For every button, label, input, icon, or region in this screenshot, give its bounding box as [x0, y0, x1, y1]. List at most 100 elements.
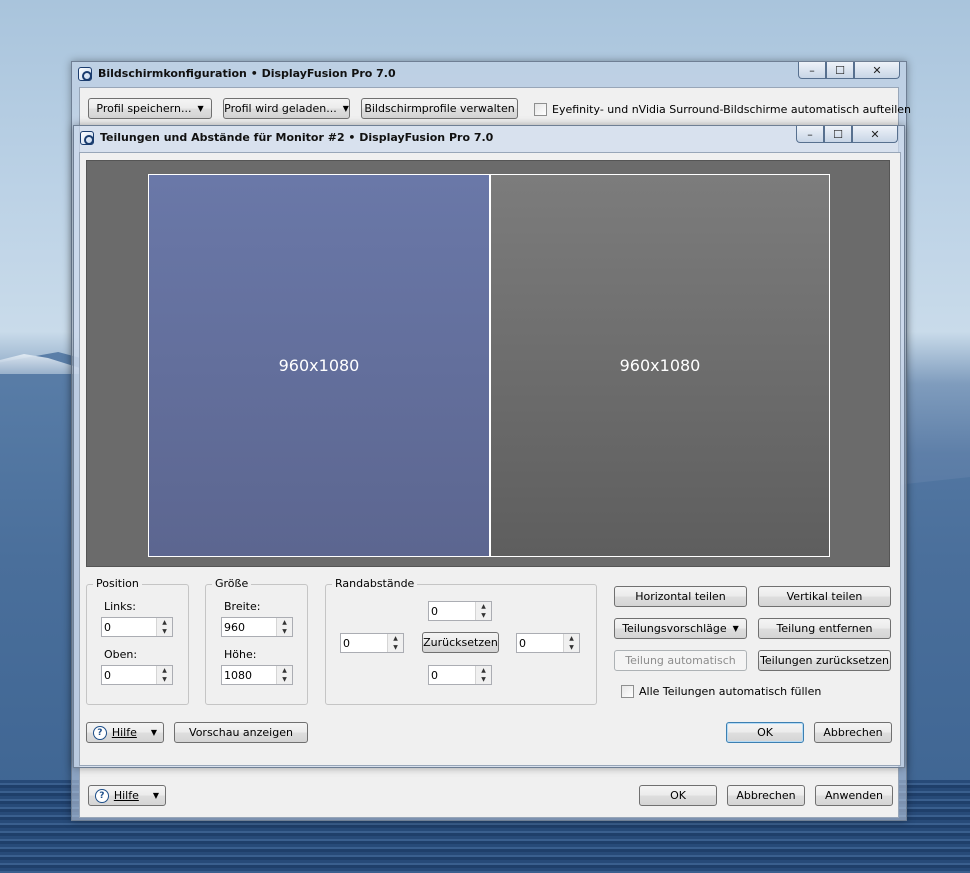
margins-reset-button[interactable]: Zurücksetzen	[422, 632, 499, 653]
save-profile-button[interactable]: Profil speichern... ▼	[88, 98, 212, 119]
dialog-help-label: Hilfe	[111, 726, 137, 739]
apply-label: Anwenden	[825, 789, 883, 802]
manage-profiles-label: Bildschirmprofile verwalten	[364, 102, 515, 115]
minimize-button[interactable]: –	[798, 62, 826, 79]
chevron-up-icon[interactable]: ▲	[277, 618, 292, 627]
eyefinity-checkbox[interactable]	[534, 103, 547, 116]
window-titlebar[interactable]: Bildschirmkonfiguration • DisplayFusion …	[72, 62, 906, 86]
split-size-label: 960x1080	[278, 356, 360, 375]
size-height-stepper[interactable]: 1080 ▲ ▼	[221, 665, 293, 685]
auto-fill-label: Alle Teilungen automatisch füllen	[639, 685, 822, 698]
chevron-down-icon[interactable]: ▼	[388, 643, 403, 652]
maximize-button[interactable]: ☐	[826, 62, 854, 79]
close-icon: ✕	[870, 127, 880, 141]
help-label: Hilfe	[113, 789, 139, 802]
split-vertical-label: Vertikal teilen	[786, 590, 863, 603]
position-group: Position	[86, 577, 189, 705]
split-region-left[interactable]: 960x1080	[148, 174, 490, 557]
chevron-down-icon[interactable]: ▼	[157, 627, 172, 636]
eyefinity-label: Eyefinity- und nVidia Surround-Bildschir…	[552, 103, 911, 116]
split-region-right[interactable]: 960x1080	[490, 174, 830, 557]
margin-right-stepper[interactable]: 0 ▲ ▼	[516, 633, 580, 653]
size-group-title: Größe	[212, 577, 252, 590]
chevron-down-icon[interactable]: ▼	[476, 675, 491, 684]
chevron-up-icon[interactable]: ▲	[157, 618, 172, 627]
apply-button[interactable]: Anwenden	[815, 785, 893, 806]
auto-split-label: Teilung automatisch	[625, 654, 736, 667]
reset-splits-button[interactable]: Teilungen zurücksetzen	[758, 650, 891, 671]
position-left-stepper[interactable]: 0 ▲ ▼	[101, 617, 173, 637]
dialog-titlebar[interactable]: Teilungen und Abstände für Monitor #2 • …	[74, 126, 904, 150]
left-label: Links:	[104, 600, 136, 613]
chevron-up-icon[interactable]: ▲	[564, 634, 579, 643]
help-button[interactable]: ? Hilfe ▼	[88, 785, 166, 806]
help-icon: ?	[95, 788, 109, 803]
cancel-button[interactable]: Abbrechen	[727, 785, 805, 806]
chevron-down-icon[interactable]: ▼	[476, 611, 491, 620]
stepper-arrows[interactable]: ▲ ▼	[276, 618, 292, 636]
margins-reset-label: Zurücksetzen	[423, 636, 498, 649]
dialog-close-button[interactable]: ✕	[852, 126, 898, 143]
chevron-up-icon[interactable]: ▲	[476, 666, 491, 675]
dialog-minimize-button[interactable]: –	[796, 126, 824, 143]
stepper-arrows[interactable]: ▲ ▼	[156, 618, 172, 636]
dialog-ok-button[interactable]: OK	[726, 722, 804, 743]
position-top-stepper[interactable]: 0 ▲ ▼	[101, 665, 173, 685]
chevron-down-icon[interactable]: ▼	[564, 643, 579, 652]
stepper-arrows[interactable]: ▲ ▼	[387, 634, 403, 652]
displayfusion-icon	[80, 131, 94, 145]
chevron-up-icon[interactable]: ▲	[277, 666, 292, 675]
auto-split-button[interactable]: Teilung automatisch	[614, 650, 747, 671]
cancel-label: Abbrechen	[736, 789, 796, 802]
split-suggestions-button[interactable]: Teilungsvorschläge ▼	[614, 618, 747, 639]
ok-button[interactable]: OK	[639, 785, 717, 806]
dialog-cancel-label: Abbrechen	[823, 726, 883, 739]
maximize-icon: ☐	[833, 127, 843, 141]
margin-left-stepper[interactable]: 0 ▲ ▼	[340, 633, 404, 653]
auto-fill-checkbox[interactable]	[621, 685, 634, 698]
load-profile-button[interactable]: Profil wird geladen... ▼	[223, 98, 350, 119]
margin-top-value: 0	[431, 605, 438, 618]
chevron-up-icon[interactable]: ▲	[157, 666, 172, 675]
show-preview-label: Vorschau anzeigen	[189, 726, 293, 739]
stepper-arrows[interactable]: ▲ ▼	[563, 634, 579, 652]
split-preview: 960x1080 960x1080	[86, 160, 890, 567]
size-width-value: 960	[224, 621, 245, 634]
ok-label: OK	[670, 789, 686, 802]
height-label: Höhe:	[224, 648, 257, 661]
dialog-ok-label: OK	[757, 726, 773, 739]
stepper-arrows[interactable]: ▲ ▼	[475, 602, 491, 620]
stepper-arrows[interactable]: ▲ ▼	[156, 666, 172, 684]
size-width-stepper[interactable]: 960 ▲ ▼	[221, 617, 293, 637]
split-suggestions-label: Teilungsvorschläge	[622, 622, 727, 635]
position-group-title: Position	[93, 577, 142, 590]
split-horizontal-button[interactable]: Horizontal teilen	[614, 586, 747, 607]
show-preview-button[interactable]: Vorschau anzeigen	[174, 722, 308, 743]
position-left-value: 0	[104, 621, 111, 634]
stepper-arrows[interactable]: ▲ ▼	[276, 666, 292, 684]
displayfusion-icon	[78, 67, 92, 81]
dialog-title: Teilungen und Abstände für Monitor #2 • …	[100, 131, 494, 144]
close-button[interactable]: ✕	[854, 62, 900, 79]
chevron-down-icon[interactable]: ▼	[157, 675, 172, 684]
position-top-value: 0	[104, 669, 111, 682]
chevron-down-icon[interactable]: ▼	[277, 627, 292, 636]
dropdown-arrow-icon: ▼	[150, 728, 157, 737]
remove-split-button[interactable]: Teilung entfernen	[758, 618, 891, 639]
width-label: Breite:	[224, 600, 261, 613]
dialog-help-button[interactable]: ? Hilfe ▼	[86, 722, 164, 743]
margins-group-title: Randabstände	[332, 577, 418, 590]
chevron-down-icon[interactable]: ▼	[277, 675, 292, 684]
close-icon: ✕	[872, 63, 882, 77]
reset-splits-label: Teilungen zurücksetzen	[760, 654, 889, 667]
save-profile-label: Profil speichern...	[96, 102, 192, 115]
margin-top-stepper[interactable]: 0 ▲ ▼	[428, 601, 492, 621]
manage-profiles-button[interactable]: Bildschirmprofile verwalten	[361, 98, 518, 119]
chevron-up-icon[interactable]: ▲	[388, 634, 403, 643]
margin-bottom-stepper[interactable]: 0 ▲ ▼	[428, 665, 492, 685]
dialog-maximize-button[interactable]: ☐	[824, 126, 852, 143]
dialog-cancel-button[interactable]: Abbrechen	[814, 722, 892, 743]
stepper-arrows[interactable]: ▲ ▼	[475, 666, 491, 684]
split-vertical-button[interactable]: Vertikal teilen	[758, 586, 891, 607]
chevron-up-icon[interactable]: ▲	[476, 602, 491, 611]
